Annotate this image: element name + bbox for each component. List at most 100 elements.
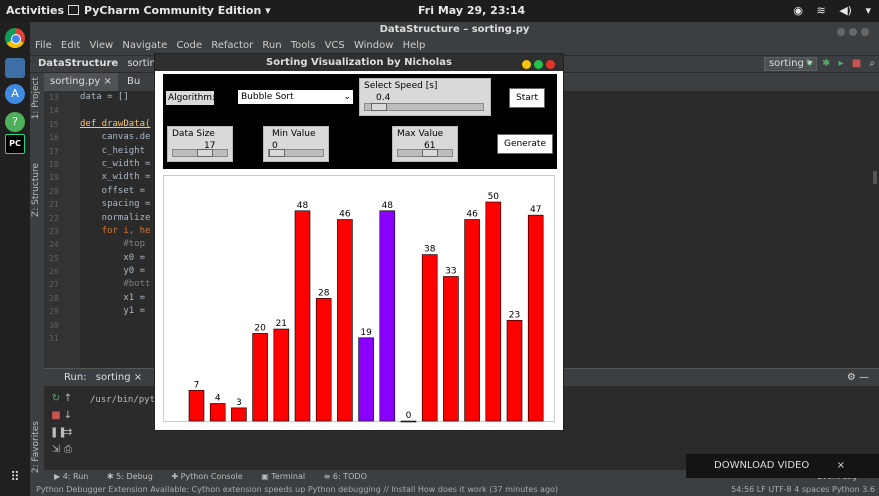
project-tool-tab[interactable]: 1: Project (31, 77, 41, 119)
line-number: 30 (49, 320, 59, 330)
tab-debug[interactable]: ✱ 5: Debug (107, 472, 153, 481)
menu-edit[interactable]: Edit (61, 40, 80, 51)
speed-slider-handle[interactable] (371, 103, 387, 111)
pin-icon[interactable]: ⇲ (50, 444, 62, 455)
pycharm-icon[interactable]: PC (5, 134, 25, 154)
line-number: 17 (49, 146, 59, 156)
speed-trough[interactable] (364, 103, 484, 111)
run-config-tab[interactable]: sorting × (96, 372, 142, 383)
run-toolbar: ↻ ✱ ▸ ■ ⌕ (800, 56, 875, 72)
window-controls[interactable] (833, 26, 869, 42)
start-button[interactable]: Start (509, 88, 545, 108)
menu-view[interactable]: View (89, 40, 113, 51)
tab-terminal[interactable]: ▣ Terminal (261, 472, 305, 481)
algorithm-select[interactable]: Bubble Sort ⌄ (238, 90, 353, 104)
clock[interactable]: Fri May 29, 23:14 (418, 4, 525, 17)
minimize-icon[interactable] (522, 60, 531, 69)
stop-run-icon[interactable]: ■ (50, 410, 62, 421)
speed-scale[interactable]: Select Speed [s] 0.4 (359, 78, 491, 116)
menu-vcs[interactable]: VCS (325, 40, 345, 51)
bar-14 (485, 201, 502, 422)
app-menu[interactable]: PyCharm Community Edition ▾ (68, 4, 271, 17)
favorites-tool-tab[interactable]: 2: Favorites (31, 421, 41, 473)
min-value-label: Min Value (272, 129, 316, 139)
download-video-button[interactable]: DOWNLOAD VIDEO (714, 460, 809, 471)
line-number: 15 (49, 119, 59, 129)
tab-todo[interactable]: ≡ 6: TODO (324, 472, 367, 481)
close-icon[interactable] (546, 60, 555, 69)
tab-run[interactable]: ▶ 4: Run (54, 472, 88, 481)
system-menu-icon[interactable]: ▾ (865, 4, 871, 17)
bar-0 (188, 390, 205, 422)
close-overlay-button[interactable]: × (837, 454, 845, 478)
menu-tools[interactable]: Tools (291, 40, 316, 51)
search-icon[interactable]: ⌕ (869, 58, 875, 69)
bar-9 (379, 210, 396, 422)
max-value-trough[interactable] (397, 149, 453, 157)
speed-value: 0.4 (376, 93, 391, 103)
dock: A ? PC ⠿ (0, 22, 30, 496)
debug-icon[interactable]: ✱ (822, 58, 830, 69)
menu-navigate[interactable]: Navigate (122, 40, 167, 51)
max-value-slider-handle[interactable] (422, 149, 438, 157)
menu-refactor[interactable]: Refactor (211, 40, 253, 51)
breadcrumb-project[interactable]: DataStructure (38, 58, 118, 69)
bar-8 (358, 337, 374, 422)
wrap-icon[interactable]: ⇉ (62, 427, 74, 438)
tab-sorting-py[interactable]: sorting.py × (44, 73, 118, 91)
tk-window-controls[interactable] (519, 58, 555, 75)
status-message[interactable]: Python Debugger Extension Available: Cyt… (36, 485, 558, 494)
menu-help[interactable]: Help (403, 40, 426, 51)
chrome-icon[interactable] (5, 28, 25, 48)
bar-2 (231, 407, 247, 422)
bar-label-14: 50 (488, 192, 500, 202)
app-menu-label: PyCharm Community Edition ▾ (84, 4, 271, 17)
structure-tool-tab[interactable]: Z: Structure (31, 163, 41, 217)
bar-4 (273, 328, 290, 422)
run-output[interactable]: /usr/bin/pyth (90, 395, 160, 405)
min-value-trough[interactable] (268, 149, 324, 157)
data-size-slider-handle[interactable] (197, 149, 213, 157)
line-number: 24 (49, 240, 59, 250)
tab-python-console[interactable]: ✚ Python Console (171, 472, 242, 481)
data-size-trough[interactable] (172, 149, 228, 157)
max-value-scale[interactable]: Max Value 61 (392, 126, 458, 162)
data-size-scale[interactable]: Data Size 17 (167, 126, 233, 162)
build-icon[interactable]: ↻ (805, 58, 813, 69)
tray-app-icon[interactable]: ◉ (793, 4, 803, 17)
menu-run[interactable]: Run (262, 40, 281, 51)
print-icon[interactable]: ⎙ (62, 444, 74, 455)
editor-scrollbar[interactable] (873, 171, 877, 185)
pause-icon[interactable]: ❚❚ (50, 427, 67, 438)
show-apps-icon[interactable]: ⠿ (6, 470, 24, 490)
tk-title-bar: Sorting Visualization by Nicholas (155, 54, 563, 71)
generate-button[interactable]: Generate (497, 134, 553, 154)
menu-window[interactable]: Window (354, 40, 393, 51)
stop-icon[interactable]: ■ (852, 58, 861, 69)
run-settings-icon[interactable]: ⚙ — (847, 369, 869, 386)
menu-code[interactable]: Code (176, 40, 202, 51)
min-value-slider-handle[interactable] (269, 149, 285, 157)
maximize-icon[interactable] (534, 60, 543, 69)
rerun-icon[interactable]: ↻ (50, 393, 62, 404)
tab-bu[interactable]: Bu (121, 73, 146, 91)
status-info[interactable]: 54:56 LF UTF-8 4 spaces Python 3.6 (731, 484, 875, 496)
coverage-icon[interactable]: ▸ (839, 58, 844, 69)
activities-button[interactable]: Activities (6, 4, 64, 17)
system-tray[interactable]: ◉ ≋ ◀) ▾ (783, 4, 871, 17)
wifi-icon[interactable]: ≋ (816, 4, 825, 17)
volume-icon[interactable]: ◀) (839, 4, 852, 17)
bar-label-13: 46 (466, 210, 478, 220)
system-top-bar: Activities PyCharm Community Edition ▾ F… (0, 0, 879, 22)
down-icon[interactable]: ↓ (62, 410, 74, 421)
up-icon[interactable]: ↑ (62, 393, 74, 404)
help-icon[interactable]: ? (5, 112, 25, 132)
software-center-icon[interactable]: A (5, 84, 25, 104)
files-icon[interactable] (5, 58, 25, 78)
status-bar: Python Debugger Extension Available: Cyt… (30, 484, 879, 496)
bar-label-11: 38 (424, 245, 436, 255)
min-value-scale[interactable]: Min Value 0 (263, 126, 329, 162)
menu-file[interactable]: File (35, 40, 52, 51)
line-number: 23 (49, 226, 59, 236)
bar-5 (294, 210, 311, 422)
